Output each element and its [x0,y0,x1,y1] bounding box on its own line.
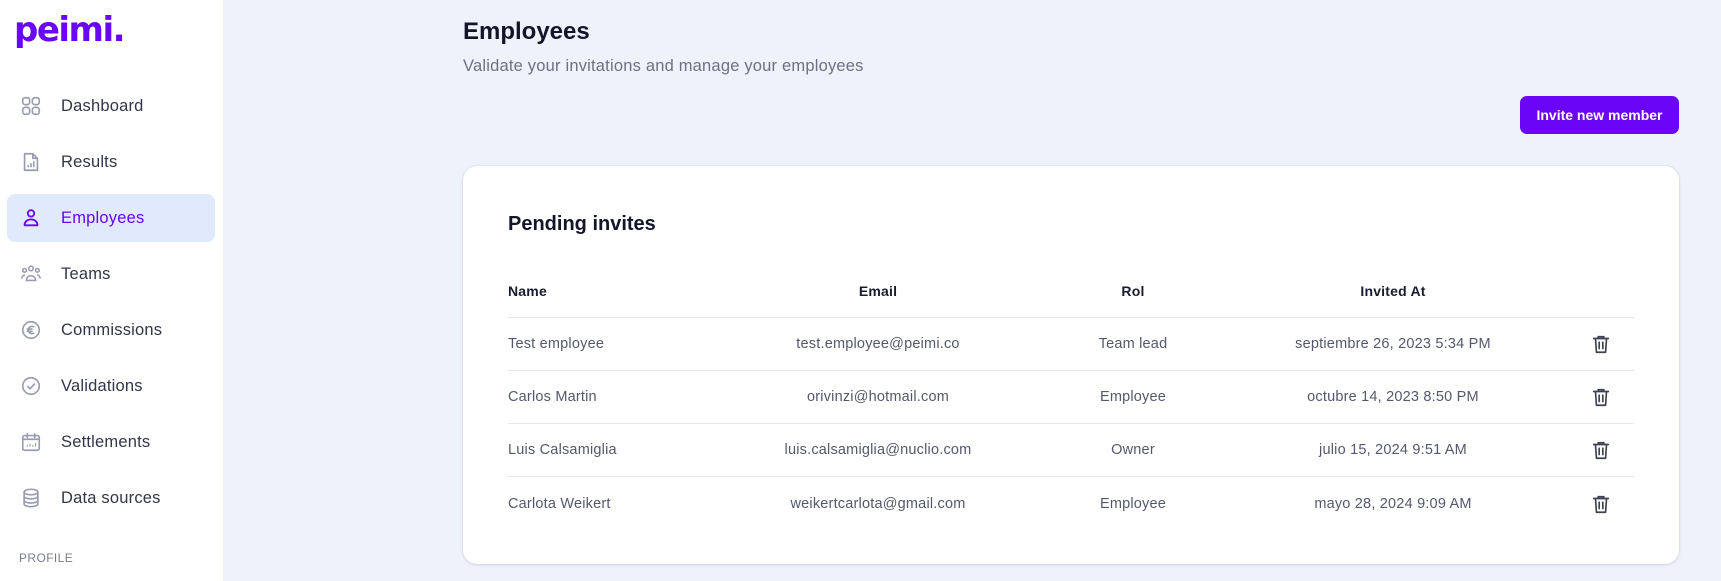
cell-name: Test employee [508,336,605,352]
sidebar-item-data-sources[interactable]: Data sources [7,474,215,522]
cell-rol: Team lead [1098,336,1168,352]
column-header-name[interactable]: Name [508,275,728,299]
cell-invited-at: julio 15, 2024 9:51 AM [1319,442,1467,458]
sidebar-item-label: Settlements [61,432,151,451]
card-title: Pending invites [508,213,656,235]
cell-email: test.employee@peimi.co [796,336,960,352]
page-title: Employees [463,18,590,45]
sidebar-section-profile: PROFILE [19,551,74,565]
grid-icon [20,95,42,117]
pending-invites-table: Name Email Rol Invited At Test employee … [508,256,1634,530]
page-subtitle: Validate your invitations and manage you… [463,57,864,75]
sidebar-item-dashboard[interactable]: Dashboard [7,82,215,130]
cell-email: weikertcarlota@gmail.com [790,495,966,512]
table-row: Carlota Weikert weikertcarlota@gmail.com… [508,477,1634,530]
cell-name: Luis Calsamiglia [508,442,617,458]
column-header-rol[interactable]: Rol [1028,275,1238,299]
delete-invite-button[interactable] [1548,386,1634,408]
euro-icon [20,319,42,341]
calendar-icon [20,431,42,453]
sidebar-item-label: Data sources [61,488,161,507]
trash-icon [1592,388,1610,407]
cell-invited-at: septiembre 26, 2023 5:34 PM [1295,336,1491,352]
sidebar-nav: Dashboard Results Employees Teams Commis… [7,82,215,530]
sidebar-item-label: Teams [61,264,111,283]
sidebar-item-label: Commissions [61,320,163,339]
main-content: Employees Validate your invitations and … [223,0,1721,581]
cell-invited-at: mayo 28, 2024 9:09 AM [1314,495,1472,512]
sidebar: peimi. Dashboard Results Employees Teams [0,0,223,581]
column-header-invited-at[interactable]: Invited At [1238,275,1548,299]
cell-rol: Employee [1099,389,1167,405]
sidebar-item-label: Employees [61,208,145,227]
cell-invited-at: octubre 14, 2023 8:50 PM [1307,389,1479,405]
table-row: Carlos Martin orivinzi@hotmail.com Emplo… [508,371,1634,424]
delete-invite-button[interactable] [1548,439,1634,461]
cell-rol: Owner [1111,442,1155,458]
trash-icon [1592,441,1610,460]
cell-name: Carlota Weikert [508,495,611,512]
sidebar-item-label: Dashboard [61,96,144,115]
sidebar-item-settlements[interactable]: Settlements [7,418,215,466]
table-header: Name Email Rol Invited At [508,256,1634,318]
invite-new-member-button[interactable]: Invite new member [1520,96,1679,134]
table-row: Test employee test.employee@peimi.co Tea… [508,318,1634,371]
column-header-actions [1548,283,1634,291]
pending-invites-card: Pending invites Name Email Rol Invited A… [463,166,1679,564]
cell-email: luis.calsamiglia@nuclio.com [784,442,972,458]
cell-rol: Employee [1099,495,1167,512]
sidebar-item-commissions[interactable]: Commissions [7,306,215,354]
sidebar-item-label: Validations [61,376,143,395]
sidebar-item-teams[interactable]: Teams [7,250,215,298]
column-header-email[interactable]: Email [728,275,1028,299]
trash-icon [1592,495,1610,513]
table-row: Luis Calsamiglia luis.calsamiglia@nuclio… [508,424,1634,477]
user-icon [20,207,42,229]
sidebar-item-validations[interactable]: Validations [7,362,215,410]
database-icon [20,487,42,509]
sidebar-item-label: Results [61,152,118,171]
delete-invite-button[interactable] [1548,493,1634,515]
cell-name: Carlos Martin [508,389,597,405]
trash-icon [1592,335,1610,354]
sidebar-item-results[interactable]: Results [7,138,215,186]
delete-invite-button[interactable] [1548,333,1634,355]
chart-file-icon [20,151,42,173]
logo[interactable]: peimi. [14,10,126,50]
team-icon [20,263,42,285]
check-circle-icon [20,375,42,397]
sidebar-item-employees[interactable]: Employees [7,194,215,242]
cell-email: orivinzi@hotmail.com [806,389,949,405]
